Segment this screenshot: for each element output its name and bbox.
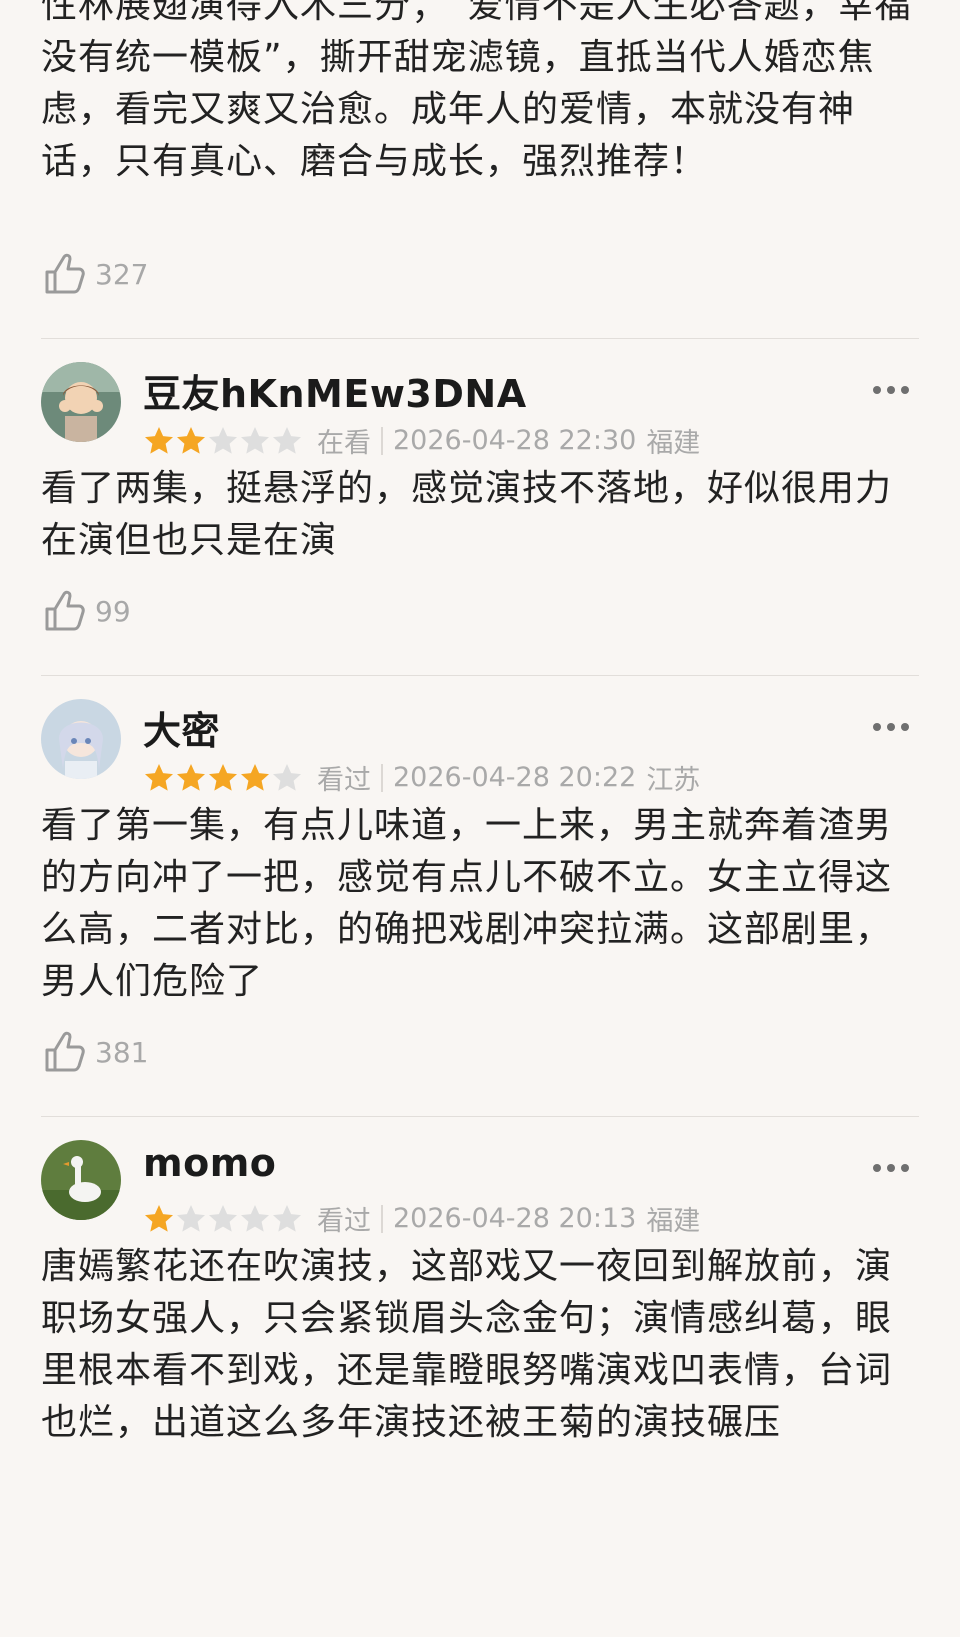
review-text: 唐嫣繁花还在吹演技，这部戏又一夜回到解放前，演职场女强人，只会紧锁眉头念金句；演…	[41, 1246, 893, 1443]
review-time: 2026-04-28 20:22	[393, 762, 637, 793]
star-filled-icon	[145, 763, 173, 791]
star-empty-icon	[273, 763, 301, 791]
more-dots-icon[interactable]	[873, 375, 909, 405]
thumbs-up-icon	[45, 1031, 85, 1072]
star-filled-icon	[177, 426, 205, 454]
star-empty-icon	[241, 426, 269, 454]
meta-separator	[381, 763, 383, 792]
user-name[interactable]: 豆友hKnMEw3DNA	[143, 363, 527, 418]
avatar[interactable]	[41, 362, 121, 442]
like-button[interactable]: 327	[41, 248, 919, 300]
star-filled-icon	[145, 426, 173, 454]
star-empty-icon	[209, 426, 237, 454]
star-empty-icon	[273, 426, 301, 454]
review-text: 看了两集，挺悬浮的，感觉演技不落地，好似很用力在演但也只是在演	[41, 468, 893, 561]
rating-stars	[143, 1203, 303, 1235]
star-empty-icon	[273, 1204, 301, 1232]
star-filled-icon	[145, 1204, 173, 1232]
user-name[interactable]: 大密	[143, 700, 220, 755]
star-filled-icon	[177, 763, 205, 791]
like-count: 381	[95, 1035, 149, 1069]
like-count: 327	[95, 257, 149, 291]
star-empty-icon	[177, 1204, 205, 1232]
review-item: momo 看过 2026-04-28 20:13 福建 唐嫣繁花还在吹演技，这部…	[0, 1117, 960, 1449]
review-list: 性林展翅演得入木三分；“爱情不是人生必答题，幸福没有统一模板”，撕开甜宠滤镜，直…	[0, 0, 960, 1449]
avatar[interactable]	[41, 699, 121, 779]
meta-separator	[381, 1204, 383, 1233]
more-dots-icon[interactable]	[873, 712, 909, 742]
watch-status: 看过	[317, 765, 371, 796]
like-button[interactable]: 99	[41, 585, 919, 637]
meta-separator	[381, 426, 383, 455]
rating-stars	[143, 425, 303, 457]
thumbs-up-icon	[45, 590, 85, 631]
user-name[interactable]: momo	[143, 1141, 276, 1185]
star-empty-icon	[241, 1204, 269, 1232]
star-empty-icon	[209, 1204, 237, 1232]
more-dots-icon[interactable]	[873, 1153, 909, 1183]
review-text: 看了第一集，有点儿味道，一上来，男主就奔着渣男的方向冲了一把，感觉有点儿不破不立…	[41, 805, 893, 1002]
like-count: 99	[95, 594, 131, 628]
watch-status: 看过	[317, 1206, 371, 1237]
star-filled-icon	[241, 763, 269, 791]
watch-status: 在看	[317, 428, 371, 459]
thumbs-up-icon	[45, 253, 85, 294]
review-time: 2026-04-28 20:13	[393, 1203, 637, 1234]
review-item: 豆友hKnMEw3DNA 在看 2026-04-28 22:30 福建 看了两集…	[0, 339, 960, 675]
review-text: 性林展翅演得入木三分；“爱情不是人生必答题，幸福没有统一模板”，撕开甜宠滤镜，直…	[41, 0, 912, 182]
review-item: 性林展翅演得入木三分；“爱情不是人生必答题，幸福没有统一模板”，撕开甜宠滤镜，直…	[0, 0, 960, 338]
like-button[interactable]: 381	[41, 1026, 919, 1078]
star-filled-icon	[209, 763, 237, 791]
review-time: 2026-04-28 22:30	[393, 425, 637, 456]
rating-stars	[143, 762, 303, 794]
review-location: 福建	[646, 1206, 701, 1237]
avatar[interactable]	[41, 1140, 121, 1220]
review-location: 福建	[646, 428, 701, 459]
review-location: 江苏	[646, 765, 701, 796]
review-item: 大密 看过 2026-04-28 20:22 江苏 看了第一集，有点儿味道，一上…	[0, 676, 960, 1116]
